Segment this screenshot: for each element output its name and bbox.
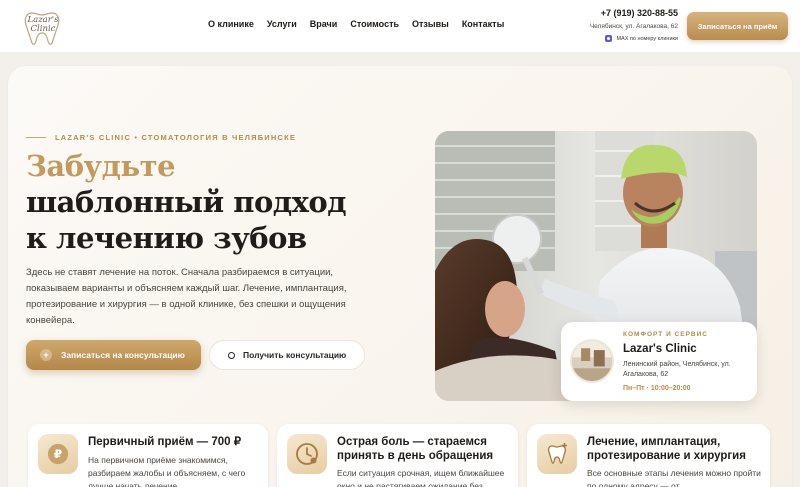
hero-title-line2: шаблонный подход: [26, 185, 347, 219]
book-consultation-label: Записаться на консультацию: [61, 350, 185, 360]
logo-text: Lazar's Clinic: [27, 15, 59, 34]
feature-text: Все основные этапы лечения можно пройти …: [587, 468, 761, 487]
site-header: Lazar's Clinic О клинике Услуги Врачи Ст…: [0, 0, 800, 52]
circle-icon: [228, 351, 235, 359]
feature-title: Лечение, имплантация, протезирование и х…: [587, 436, 746, 462]
info-card-eyebrow: КОМФОРТ И СЕРВИС: [623, 331, 708, 338]
max-messenger-link[interactable]: MAX по номеру клиники: [590, 35, 678, 42]
hero-eyebrow: LAZAR'S CLINIC • СТОМАТОЛОГИЯ В ЧЕЛЯБИНС…: [26, 133, 296, 142]
feature-card-acute-pain: Острая боль — стараемся принять в день о…: [277, 424, 518, 487]
hero-title-line3: к лечению зубов: [26, 221, 307, 255]
book-appointment-button[interactable]: Записаться на приём: [687, 12, 788, 40]
info-card-address: Ленинский район, Челябинск, ул. Агалаков…: [623, 361, 731, 378]
clinic-info-card: КОМФОРТ И СЕРВИС Lazar's Clinic Ленински…: [561, 322, 757, 401]
get-consultation-button[interactable]: Получить консультацию: [209, 340, 365, 370]
nav-item-prices[interactable]: Стоимость: [350, 19, 399, 29]
max-label: MAX по номеру клиники: [616, 35, 678, 42]
info-card-title: Lazar's Clinic: [623, 343, 697, 355]
main-nav: О клинике Услуги Врачи Стоимость Отзывы …: [208, 19, 517, 29]
eyebrow-divider: [26, 137, 46, 138]
hero-title-accent: Забудьте: [26, 149, 176, 183]
plus-icon: +: [40, 349, 52, 361]
feature-card-first-visit: ₽ Первичный приём — 700 ₽ На первичном п…: [28, 424, 268, 487]
phone-link[interactable]: +7 (919) 320-88-55: [590, 8, 678, 18]
feature-text: Если ситуация срочная, ищем ближайшее ок…: [337, 468, 505, 487]
book-consultation-button[interactable]: + Записаться на консультацию: [26, 340, 201, 370]
clinic-interior-image: [572, 341, 612, 381]
clinic-interior-thumbnail: [570, 339, 614, 383]
nav-item-about[interactable]: О клинике: [208, 19, 254, 29]
ruble-icon: ₽: [38, 434, 78, 474]
feature-text: На первичном приёме знакомимся, разбирае…: [88, 455, 246, 487]
clock-icon: [287, 434, 327, 474]
header-contacts: +7 (919) 320-88-55 Челябинск, ул. Агалак…: [590, 8, 678, 42]
feature-title: Острая боль — стараемся принять в день о…: [337, 436, 494, 462]
info-card-hours: Пн–Пт · 10:00–20:00: [623, 385, 691, 392]
nav-item-doctors[interactable]: Врачи: [310, 19, 338, 29]
tooth-plus-icon: [537, 434, 577, 474]
clinic-logo[interactable]: Lazar's Clinic: [18, 7, 66, 47]
nav-item-services[interactable]: Услуги: [267, 19, 297, 29]
max-messenger-icon: [605, 35, 613, 42]
svg-text:₽: ₽: [54, 447, 62, 461]
hero-eyebrow-text: LAZAR'S CLINIC • СТОМАТОЛОГИЯ В ЧЕЛЯБИНС…: [55, 133, 297, 142]
nav-item-contacts[interactable]: Контакты: [462, 19, 504, 29]
nav-item-reviews[interactable]: Отзывы: [412, 19, 449, 29]
feature-title: Первичный приём — 700 ₽: [88, 436, 242, 448]
get-consultation-label: Получить консультацию: [243, 350, 347, 360]
feature-card-treatment: Лечение, имплантация, протезирование и х…: [527, 424, 770, 487]
hero-title: Забудьте шаблонный подход к лечению зубо…: [26, 148, 347, 256]
header-address: Челябинск, ул. Агалакова, 62: [589, 23, 678, 30]
hero-description: Здесь не ставят лечение на поток. Сначал…: [26, 267, 347, 326]
